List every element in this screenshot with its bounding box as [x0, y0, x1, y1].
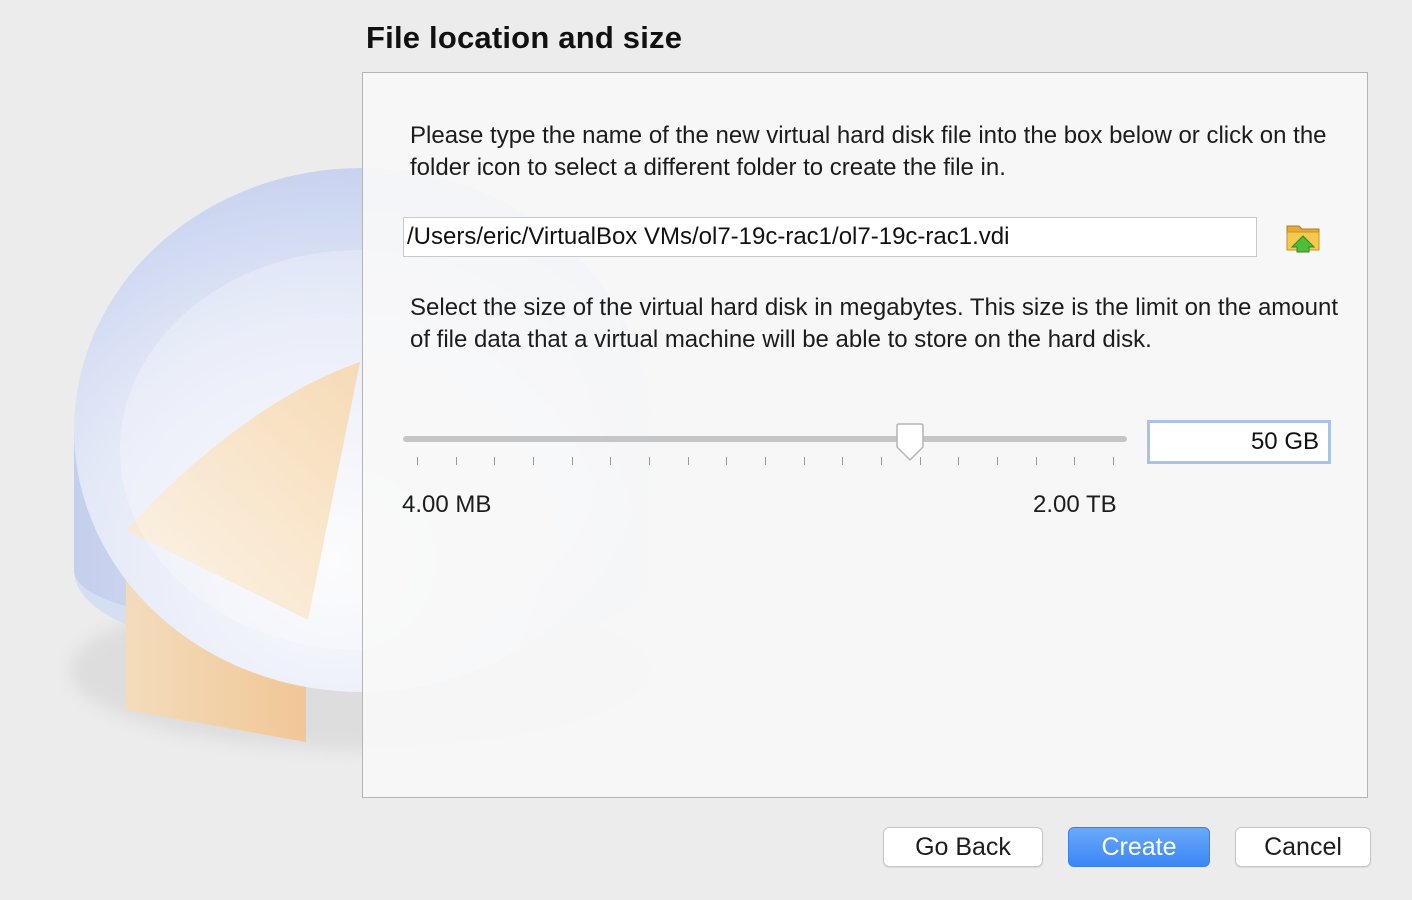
slider-tick [765, 457, 766, 465]
location-description: Please type the name of the new virtual … [410, 122, 1327, 181]
slider-ticks [403, 457, 1127, 467]
size-description: Select the size of the virtual hard disk… [410, 294, 1339, 353]
folder-icon [1286, 225, 1320, 253]
slider-min-label: 4.00 MB [402, 491, 492, 518]
disk-size-slider[interactable] [403, 419, 1127, 479]
slider-track [403, 436, 1127, 442]
file-path-input[interactable] [403, 217, 1257, 257]
slider-thumb[interactable] [894, 423, 926, 463]
go-back-button[interactable]: Go Back [883, 827, 1043, 867]
slider-tick [610, 457, 612, 465]
choose-folder-button[interactable] [1283, 218, 1325, 258]
create-button[interactable]: Create [1068, 827, 1210, 867]
slider-tick [803, 457, 805, 465]
slider-tick [1035, 457, 1037, 465]
slider-tick [571, 457, 573, 465]
slider-max-label: 2.00 TB [1033, 491, 1117, 518]
content-panel: Please type the name of the new virtual … [362, 72, 1368, 798]
slider-tick [533, 457, 534, 465]
slider-tick [1113, 457, 1114, 465]
slider-tick [726, 457, 728, 465]
slider-tick [958, 457, 960, 465]
slider-tick [997, 457, 998, 465]
slider-tick [881, 457, 882, 465]
cancel-button[interactable]: Cancel [1235, 827, 1371, 867]
slider-tick [687, 457, 689, 465]
slider-tick [455, 457, 457, 465]
page-title: File location and size [366, 20, 683, 55]
slider-tick [417, 457, 418, 465]
slider-tick [1074, 457, 1076, 465]
slider-tick [842, 457, 844, 465]
slider-tick [649, 457, 650, 465]
disk-size-input[interactable] [1147, 420, 1331, 464]
slider-tick [494, 457, 496, 465]
